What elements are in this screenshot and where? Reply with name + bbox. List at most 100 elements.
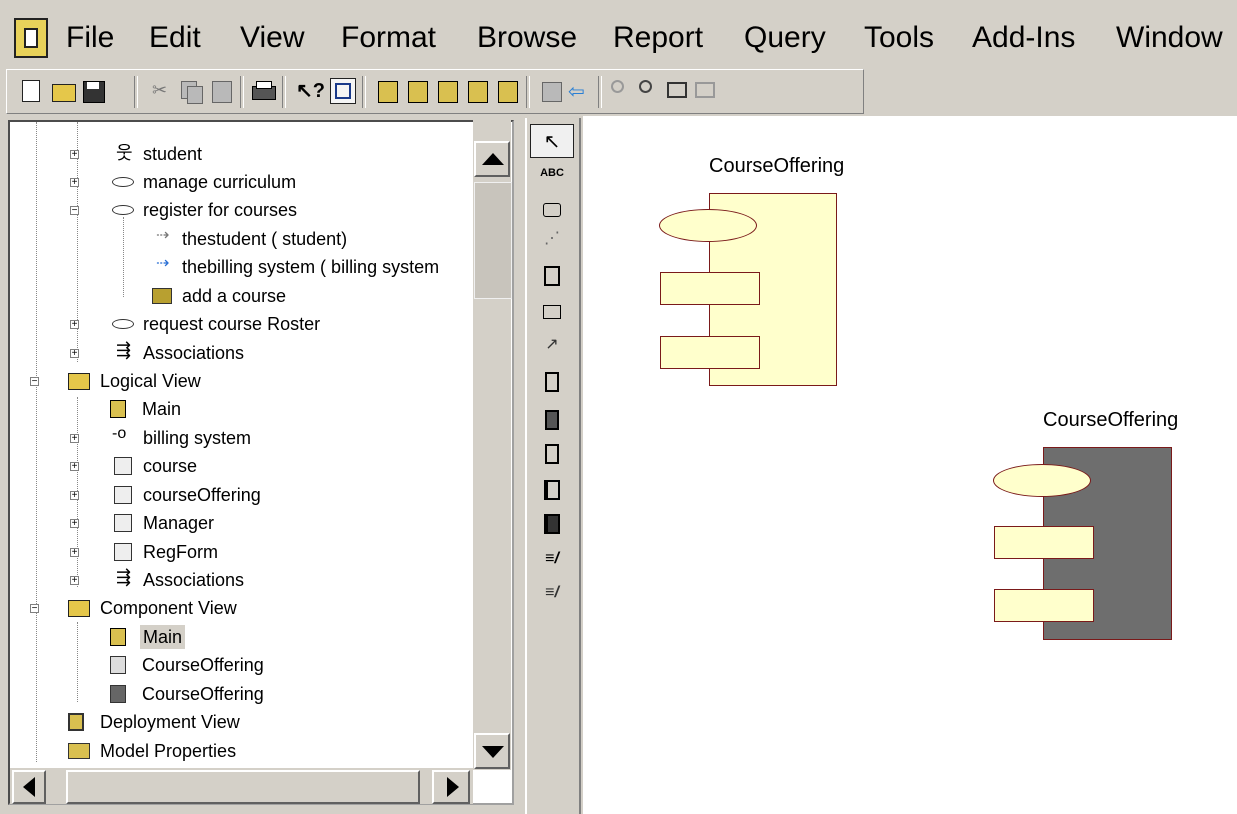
browse-interaction-diagram-icon[interactable] — [404, 78, 430, 104]
collapse-minus-icon[interactable]: − — [30, 377, 39, 387]
tree-item-label: thebilling system ( billing system — [182, 257, 440, 277]
menu-file[interactable]: File — [66, 16, 114, 60]
print-icon[interactable] — [250, 78, 276, 104]
tree-item-label: Associations — [143, 570, 245, 590]
model-properties-icon — [68, 743, 90, 759]
component-spec-ellipse — [993, 464, 1091, 497]
package-spec-icon — [110, 656, 126, 674]
package-spec-icon[interactable] — [530, 476, 574, 502]
triangle-up-icon — [482, 153, 504, 165]
association-role-icon: ⇢ — [156, 255, 170, 272]
selection-tool-icon[interactable]: ↖ — [530, 124, 574, 158]
component-tab — [660, 336, 760, 369]
triangle-right-icon — [447, 777, 459, 797]
scroll-down-button[interactable] — [474, 733, 510, 769]
expand-plus-icon[interactable]: + — [70, 576, 79, 586]
browse-parent-icon[interactable] — [538, 78, 564, 104]
toolbar-separator — [282, 76, 286, 108]
fit-in-window-icon[interactable] — [664, 78, 690, 104]
zoom-in-icon[interactable] — [608, 78, 634, 104]
view-doc-icon[interactable] — [330, 78, 356, 104]
note-icon[interactable] — [530, 196, 574, 222]
toolbar-separator — [526, 76, 530, 108]
menu-report[interactable]: Report — [613, 16, 703, 60]
tree-item-label: course — [143, 456, 198, 476]
browse-state-diagram-icon[interactable] — [464, 78, 490, 104]
class-icon — [114, 514, 132, 532]
folder-icon — [68, 600, 90, 617]
package-body-icon[interactable] — [530, 510, 574, 536]
subprogram-body-icon[interactable] — [530, 406, 574, 432]
component-label: CourseOffering — [1043, 409, 1179, 431]
expand-plus-icon[interactable]: + — [70, 491, 79, 501]
tree-item-label: Deployment View — [100, 712, 240, 732]
component-spec-ellipse — [659, 209, 757, 242]
menu-tools[interactable]: Tools — [864, 16, 934, 60]
anchor-note-icon[interactable]: ⋰ — [530, 226, 574, 252]
actor-icon: 웃 — [116, 143, 133, 163]
package-icon[interactable] — [530, 298, 574, 324]
cut-icon[interactable]: ✂ — [148, 78, 174, 104]
horizontal-scroll-thumb[interactable] — [66, 770, 420, 804]
menu-add-ins[interactable]: Add-Ins — [972, 16, 1075, 60]
tree-item-label: Main — [140, 625, 186, 649]
component-label: CourseOffering — [709, 155, 845, 177]
context-help-icon[interactable]: ↖? — [294, 78, 325, 104]
zoom-out-icon[interactable] — [636, 78, 662, 104]
menu-query[interactable]: Query — [744, 16, 826, 60]
menu-view[interactable]: View — [240, 16, 304, 60]
scroll-right-button[interactable] — [432, 770, 470, 804]
undo-fit-icon[interactable] — [692, 78, 718, 104]
component-tab — [994, 589, 1094, 622]
diagram-toolbox — [525, 118, 581, 814]
vertical-scroll-thumb[interactable] — [474, 182, 512, 299]
new-icon[interactable] — [18, 78, 44, 104]
tree-item-label: Main — [142, 399, 182, 419]
main-program-icon[interactable] — [530, 440, 574, 466]
expand-plus-icon[interactable]: + — [70, 548, 79, 558]
toolbar-separator — [598, 76, 602, 108]
associations-icon: ⇶ — [116, 567, 132, 587]
component-icon[interactable] — [530, 262, 574, 288]
browse-component-diagram-icon[interactable] — [434, 78, 460, 104]
save-icon[interactable] — [80, 78, 106, 104]
browse-previous-icon[interactable]: ⇦ — [566, 78, 592, 104]
triangle-left-icon — [23, 777, 35, 797]
class-icon — [114, 543, 132, 561]
scroll-up-button[interactable] — [474, 141, 510, 177]
expand-plus-icon[interactable]: + — [70, 178, 79, 188]
copy-icon[interactable] — [178, 78, 204, 104]
expand-plus-icon[interactable]: + — [70, 462, 79, 472]
dependency-icon[interactable]: ↗ — [530, 332, 574, 358]
expand-plus-icon[interactable]: + — [70, 349, 79, 359]
expand-plus-icon[interactable]: + — [70, 519, 79, 529]
tree-item-label: billing system — [143, 428, 252, 448]
expand-plus-icon[interactable]: + — [70, 150, 79, 160]
text-tool-icon[interactable]: ABC — [530, 160, 574, 186]
scroll-left-button[interactable] — [12, 770, 46, 804]
component-tab — [660, 272, 760, 305]
browse-deployment-diagram-icon[interactable] — [494, 78, 520, 104]
menu-window[interactable]: Window — [1116, 16, 1223, 60]
collapse-minus-icon[interactable]: − — [30, 604, 39, 614]
collapse-minus-icon[interactable]: − — [70, 206, 79, 216]
toolbar-separator — [362, 76, 366, 108]
task-body-icon[interactable]: ≡/ — [530, 580, 574, 606]
expand-plus-icon[interactable]: + — [70, 434, 79, 444]
expand-plus-icon[interactable]: + — [70, 320, 79, 330]
tree-item-label: CourseOffering — [142, 684, 264, 704]
browse-class-diagram-icon[interactable] — [374, 78, 400, 104]
tree-item-label: CourseOffering — [142, 655, 264, 675]
paste-icon[interactable] — [208, 78, 234, 104]
class-icon — [114, 486, 132, 504]
menu-edit[interactable]: Edit — [149, 16, 201, 60]
tree-item-label: Model Properties — [100, 741, 237, 761]
task-spec-icon[interactable]: ≡/ — [530, 546, 574, 572]
open-icon[interactable] — [50, 78, 76, 104]
subprogram-spec-icon[interactable] — [530, 368, 574, 394]
rational-rose-app-icon[interactable] — [14, 18, 48, 58]
component-tab — [994, 526, 1094, 559]
menu-browse[interactable]: Browse — [477, 16, 577, 60]
class-diagram-icon — [110, 400, 126, 418]
menu-format[interactable]: Format — [341, 16, 436, 60]
